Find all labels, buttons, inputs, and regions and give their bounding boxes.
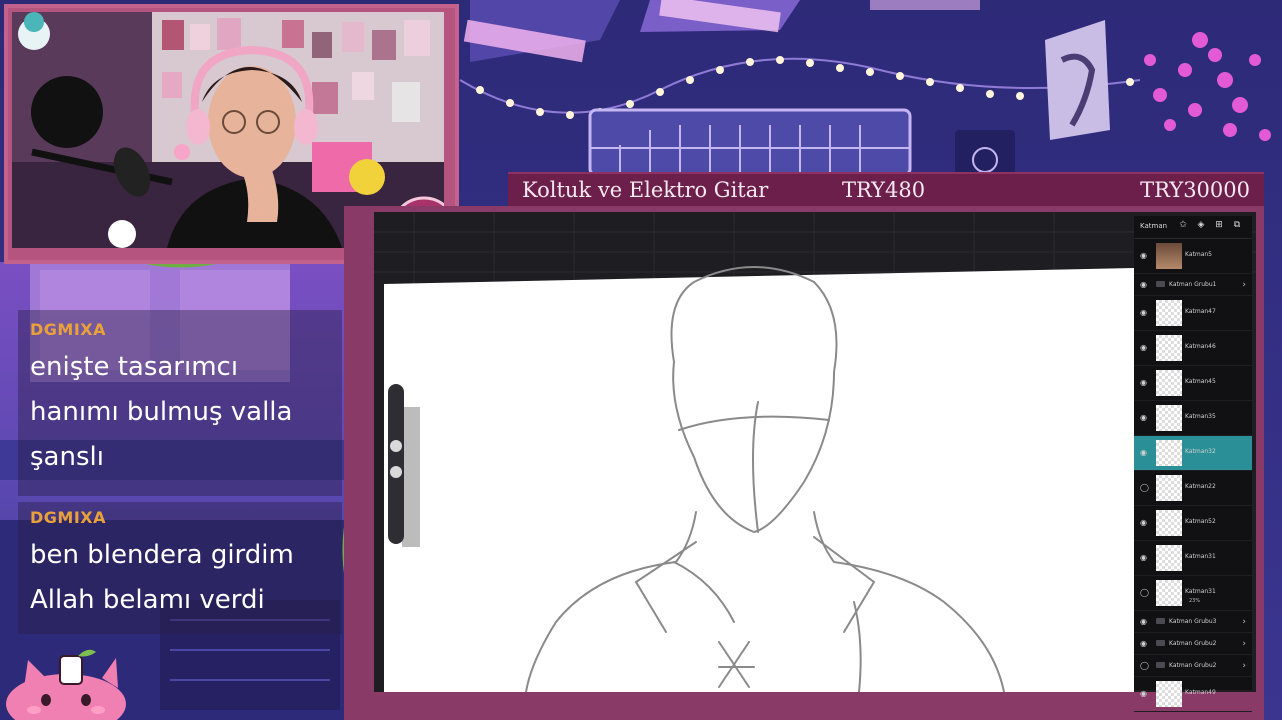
layer-name: Katman Grubu2 — [1169, 640, 1217, 647]
cat-mascot — [6, 649, 126, 720]
layer-thumbnail — [1156, 580, 1182, 606]
eye-icon[interactable]: ◉ — [1140, 449, 1149, 457]
eye-icon[interactable]: ◉ — [1140, 309, 1149, 317]
eye-icon[interactable]: ◉ — [1140, 379, 1149, 387]
layer-name: Katman47 — [1185, 308, 1216, 315]
chevron-right-icon[interactable]: › — [1242, 639, 1246, 649]
layer-thumbnail — [1156, 681, 1182, 707]
brush-size-slider[interactable] — [388, 384, 404, 544]
chat-line: ben blendera girdim — [30, 540, 294, 570]
chat-message: DGMIXA ben blendera girdim Allah belamı … — [18, 502, 342, 634]
layer-thumbnail — [1156, 475, 1182, 501]
brush-size-handle[interactable] — [390, 466, 402, 478]
layer-row[interactable]: ◯ Katman31 23% — [1134, 576, 1252, 611]
chat-line: hanımı bulmuş valla — [30, 397, 293, 427]
stack-icon[interactable]: ◈ — [1196, 220, 1206, 230]
eye-hidden-icon[interactable]: ◯ — [1140, 661, 1149, 669]
layer-name: Katman31 — [1185, 553, 1216, 560]
chat-line: Allah belamı verdi — [30, 585, 265, 615]
eye-icon[interactable]: ◉ — [1140, 554, 1149, 562]
duplicate-icon[interactable]: ⧉ — [1232, 220, 1242, 230]
layer-thumbnail — [1156, 440, 1182, 466]
layer-row[interactable]: ◉ Katman35 — [1134, 401, 1252, 436]
layer-group-row[interactable]: ◉ Katman Grubu1 › — [1134, 274, 1252, 296]
layer-name: Katman49 — [1185, 689, 1216, 696]
eye-hidden-icon[interactable]: ◯ — [1140, 589, 1149, 597]
folder-icon — [1156, 281, 1165, 287]
layer-name: Katman5 — [1185, 251, 1212, 258]
chat-username: DGMIXA — [30, 508, 107, 527]
layer-name: Katman35 — [1185, 413, 1216, 420]
goal-current-amount: TRY480 — [842, 178, 926, 202]
layer-row[interactable]: ◉ Katman52 — [1134, 506, 1252, 541]
goal-title: Koltuk ve Elektro Gitar — [522, 178, 769, 202]
layer-thumbnail — [1156, 370, 1182, 396]
eye-icon[interactable]: ◉ — [1140, 690, 1149, 698]
layer-thumbnail — [1156, 510, 1182, 536]
folder-icon — [1156, 662, 1165, 668]
layer-name: Katman46 — [1185, 343, 1216, 350]
layer-name: Katman45 — [1185, 378, 1216, 385]
goal-target-amount: TRY30000 — [1140, 178, 1250, 202]
chat-username: DGMIXA — [30, 320, 107, 339]
layer-name: Katman52 — [1185, 518, 1216, 525]
chat-line: enişte tasarımcı — [30, 352, 239, 382]
layer-thumbnail — [1156, 545, 1182, 571]
layer-thumbnail — [1156, 300, 1182, 326]
eye-icon[interactable]: ◉ — [1140, 280, 1149, 288]
layer-name: Katman Grubu1 — [1169, 281, 1217, 288]
layer-name: Katman31 — [1185, 588, 1216, 595]
eye-icon[interactable]: ◉ — [1140, 252, 1149, 260]
drawing-app-workspace — [374, 212, 1256, 692]
eye-icon[interactable]: ◉ — [1140, 414, 1149, 422]
layer-row[interactable]: ◉ Katman47 — [1134, 296, 1252, 331]
eye-icon[interactable]: ◉ — [1140, 639, 1149, 647]
chevron-right-icon[interactable]: › — [1242, 280, 1246, 290]
brush-opacity-handle[interactable] — [390, 440, 402, 452]
layers-panel: Katman ✩ ◈ ⊞ ⧉ ◉ Katman5 ◉ Katman Grubu1 › ◉ K… — [1134, 216, 1252, 712]
layer-row[interactable]: ◯ Katman22 — [1134, 471, 1252, 506]
layer-name: Katman Grubu2 — [1169, 662, 1217, 669]
eye-icon[interactable]: ◉ — [1140, 519, 1149, 527]
layers-panel-title: Katman — [1140, 222, 1168, 230]
layer-thumbnail — [1156, 405, 1182, 431]
eye-hidden-icon[interactable]: ◯ — [1140, 484, 1149, 492]
pin-icon[interactable]: ✩ — [1178, 220, 1188, 230]
layer-row[interactable]: ◉ Katman45 — [1134, 366, 1252, 401]
layer-opacity: 23% — [1189, 598, 1201, 604]
layer-list: ◉ Katman5 ◉ Katman Grubu1 › ◉ Katman47 ◉ Katman4… — [1134, 239, 1252, 712]
layer-row[interactable]: ◉ Katman32 — [1134, 436, 1252, 471]
eye-icon[interactable]: ◉ — [1140, 617, 1149, 625]
layer-name: Katman22 — [1185, 483, 1216, 490]
chevron-right-icon[interactable]: › — [1242, 661, 1246, 671]
layers-panel-header: Katman ✩ ◈ ⊞ ⧉ — [1134, 216, 1252, 239]
drawing-canvas[interactable] — [374, 212, 1256, 692]
layer-name: Katman Grubu3 — [1169, 618, 1217, 625]
chevron-right-icon[interactable]: › — [1242, 617, 1246, 627]
layer-name: Katman32 — [1185, 448, 1216, 455]
layer-row[interactable]: ◉ Katman46 — [1134, 331, 1252, 366]
layer-group-row[interactable]: ◯ Katman Grubu2 › — [1134, 655, 1252, 677]
layer-row[interactable]: ◉ Katman31 — [1134, 541, 1252, 576]
chat-overlay: DGMIXA enişte tasarımcı hanımı bulmuş va… — [18, 310, 342, 634]
add-layer-icon[interactable]: ⊞ — [1214, 220, 1224, 230]
layer-row[interactable]: ◉ Katman5 — [1134, 239, 1252, 274]
layer-row[interactable]: ◉ Katman49 — [1134, 677, 1252, 712]
chat-message: DGMIXA enişte tasarımcı hanımı bulmuş va… — [18, 310, 342, 496]
layer-thumbnail — [1156, 335, 1182, 361]
folder-icon — [1156, 640, 1165, 646]
layer-group-row[interactable]: ◉ Katman Grubu3 › — [1134, 611, 1252, 633]
layer-thumbnail — [1156, 243, 1182, 269]
chat-line: şanslı — [30, 442, 104, 472]
folder-icon — [1156, 618, 1165, 624]
eye-icon[interactable]: ◉ — [1140, 344, 1149, 352]
layer-group-row[interactable]: ◉ Katman Grubu2 › — [1134, 633, 1252, 655]
